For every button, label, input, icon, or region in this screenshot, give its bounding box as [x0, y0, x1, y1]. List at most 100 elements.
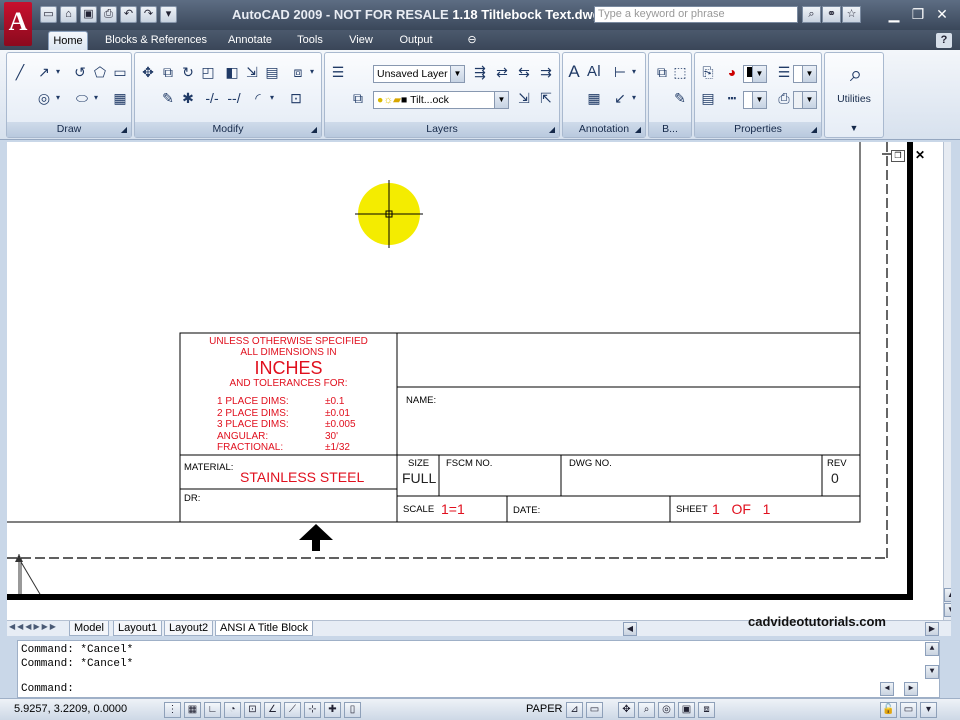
current-layer-combo[interactable]: ●☼▰■ Tilt...ock ▼ — [373, 91, 509, 109]
offset-icon[interactable]: ⧈ — [289, 63, 307, 81]
tab-home[interactable]: Home — [48, 31, 88, 50]
polyline-dropdown-icon[interactable]: ▾ — [53, 63, 63, 81]
rotate-icon[interactable]: ↺ — [71, 63, 89, 81]
layer-tools-icon[interactable]: ⧉ — [349, 89, 367, 107]
cmd-hscroll-right-icon[interactable]: ▶ — [904, 682, 918, 696]
maximize-viewport-icon[interactable]: ⧈ — [698, 702, 715, 718]
draw-panel-title[interactable]: Draw — [7, 122, 131, 137]
dynamic-ucs-icon[interactable]: ⟋ — [284, 702, 301, 718]
lineweight-toggle-icon[interactable]: ✚ — [324, 702, 341, 718]
modify-panel-title[interactable]: Modify — [135, 122, 321, 137]
lineweight-combo[interactable]: ▼ — [793, 65, 817, 83]
hatch-icon[interactable]: ▦ — [111, 89, 129, 107]
circle-icon[interactable]: ◎ — [35, 89, 53, 107]
tab-tools[interactable]: Tools — [290, 31, 330, 50]
erase-icon[interactable]: ✎ — [159, 89, 177, 107]
viewport-restore-icon[interactable]: ❐ — [891, 150, 905, 162]
cmd-scroll-down-icon[interactable]: ▼ — [925, 665, 939, 679]
multiline-text-icon[interactable]: A — [565, 63, 583, 81]
status-menu-icon[interactable]: ▾ — [920, 702, 937, 718]
insert-block-icon[interactable]: ⧉ — [653, 63, 671, 81]
cmd-hscroll-left-icon[interactable]: ◀ — [880, 682, 894, 696]
fillet-dropdown-icon[interactable]: ▾ — [267, 89, 277, 107]
move-icon[interactable]: ✥ — [139, 63, 157, 81]
paper-space-toggle[interactable]: PAPER — [526, 703, 562, 715]
open-file-icon[interactable]: ⌂ — [60, 6, 77, 23]
trim-icon[interactable]: -/- — [203, 89, 221, 107]
ortho-mode-icon[interactable]: ∟ — [204, 702, 221, 718]
cmd-scroll-up-icon[interactable]: ▲ — [925, 642, 939, 656]
scroll-up-icon[interactable]: ▲ — [944, 588, 951, 602]
copy-icon[interactable]: ⧉ — [159, 63, 177, 81]
snap-mode-icon[interactable]: ⋮ — [164, 702, 181, 718]
create-block-icon[interactable]: ⬚ — [671, 63, 689, 81]
coordinate-readout[interactable]: 5.9257, 3.2209, 0.0000 — [14, 703, 127, 715]
color-wheel-icon[interactable]: ◕ — [723, 63, 741, 81]
layer-previous-icon[interactable]: ⇄ — [493, 63, 511, 81]
qat-dropdown-icon[interactable]: ▾ — [160, 6, 177, 23]
annotation-expand-icon[interactable]: ◢ — [635, 125, 641, 134]
tab-view[interactable]: View — [342, 31, 380, 50]
extend-icon[interactable]: --/ — [225, 89, 243, 107]
print-icon[interactable]: ⎙ — [100, 6, 117, 23]
steering-wheel-icon[interactable]: ◎ — [658, 702, 675, 718]
utilities-dropdown-icon[interactable]: ▼ — [825, 123, 883, 133]
current-layer-dropdown-icon[interactable]: ▼ — [494, 92, 508, 108]
tab-layout1[interactable]: Layout1 — [113, 621, 163, 636]
tab-navigation-arrows-icon[interactable]: ◀◀◀▶▶▶ — [9, 622, 58, 631]
layer-properties-icon[interactable]: ☰ — [329, 63, 347, 81]
application-menu-button[interactable]: A — [4, 2, 32, 46]
zoom-icon[interactable]: ⌕ — [638, 702, 655, 718]
stretch-icon[interactable]: ⇲ — [243, 63, 261, 81]
edit-block-icon[interactable]: ✎ — [671, 89, 689, 107]
search-icon[interactable]: ⌕ — [802, 6, 821, 23]
scale-icon[interactable]: ◰ — [199, 63, 217, 81]
layer-freeze-tool-icon[interactable]: ⇱ — [537, 89, 555, 107]
new-file-icon[interactable]: ▭ — [40, 6, 57, 23]
lineweight-dropdown-icon[interactable]: ▼ — [802, 66, 816, 82]
table-icon[interactable]: ▦ — [585, 89, 603, 107]
tab-output[interactable]: Output — [392, 31, 440, 50]
draw-expand-icon[interactable]: ◢ — [121, 125, 127, 134]
annotation-panel-title[interactable]: Annotation — [563, 122, 645, 137]
ellipse-icon[interactable]: ⬭ — [73, 89, 91, 107]
hscroll-left-icon[interactable]: ◀ — [623, 622, 637, 636]
layer-match-icon[interactable]: ⇶ — [471, 63, 489, 81]
offset-dropdown-icon[interactable]: ▾ — [307, 63, 317, 81]
fillet-icon[interactable]: ◜ — [249, 89, 267, 107]
polygon-icon[interactable]: ⬠ — [91, 63, 109, 81]
leader-dropdown-icon[interactable]: ▾ — [629, 89, 639, 107]
help-icon[interactable]: ? — [936, 33, 952, 48]
showmotion-icon[interactable]: ▣ — [678, 702, 695, 718]
dynamic-input-icon[interactable]: ⊹ — [304, 702, 321, 718]
explode-icon[interactable]: ✱ — [179, 89, 197, 107]
circle-dropdown-icon[interactable]: ▾ — [53, 89, 63, 107]
layers-expand-icon[interactable]: ◢ — [549, 125, 555, 134]
grid-display-icon[interactable]: ▦ — [184, 702, 201, 718]
measure-utilities-icon[interactable]: ⌕ — [843, 61, 869, 87]
scroll-down-icon[interactable]: ▼ — [944, 603, 951, 617]
close-icon[interactable]: ✕ — [930, 4, 954, 24]
join-icon[interactable]: ⊡ — [287, 89, 305, 107]
ribbon-minimize-icon[interactable]: ⊖ — [462, 31, 482, 50]
linetype-icon[interactable]: ┅ — [723, 89, 741, 107]
dimension-icon[interactable]: ⊢ — [611, 63, 629, 81]
ellipse-dropdown-icon[interactable]: ▾ — [91, 89, 101, 107]
properties-expand-icon[interactable]: ◢ — [811, 125, 817, 134]
text-edit-icon[interactable]: Aǀ — [585, 63, 603, 81]
hscroll-right-icon[interactable]: ▶ — [925, 622, 939, 636]
block-panel-title[interactable]: B... — [649, 122, 691, 137]
undo-icon[interactable]: ↶ — [120, 6, 137, 23]
command-prompt[interactable]: Command: — [21, 682, 74, 696]
match-properties-icon[interactable]: ⎘ — [699, 63, 717, 81]
tab-layout2[interactable]: Layout2 — [164, 621, 214, 636]
search-input[interactable]: Type a keyword or phrase — [594, 6, 798, 23]
favorites-star-icon[interactable]: ☆ — [842, 6, 861, 23]
properties-panel-title[interactable]: Properties — [695, 122, 821, 137]
linetype-dropdown-icon[interactable]: ▼ — [752, 92, 766, 108]
rotate-modify-icon[interactable]: ↻ — [179, 63, 197, 81]
tab-model[interactable]: Model — [69, 621, 109, 636]
object-snap-icon[interactable]: ⊡ — [244, 702, 261, 718]
communication-center-icon[interactable]: ⚭ — [822, 6, 841, 23]
minimize-icon[interactable]: ▁ — [882, 4, 906, 24]
